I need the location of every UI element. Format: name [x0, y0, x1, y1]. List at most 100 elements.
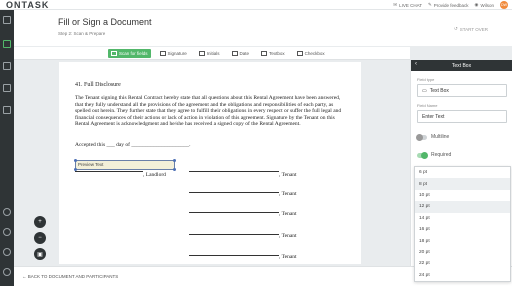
required-label: Required: [431, 152, 452, 158]
restart-icon: ↺: [453, 26, 458, 31]
resize-handle[interactable]: [74, 159, 77, 162]
scan-for-fields-button[interactable]: Scan for fields: [108, 48, 151, 58]
textbox-tool[interactable]: Textbox: [258, 49, 288, 58]
settings-icon[interactable]: [3, 268, 11, 276]
documents-nav-icon[interactable]: [3, 40, 11, 48]
field-toolbar: Scan for fields Signature Initials Date …: [14, 47, 410, 60]
section-heading: 41. Full Disclosure: [75, 82, 121, 88]
field-type-label: Field type: [417, 77, 435, 82]
panel-title: Text Box: [451, 62, 472, 69]
checkbox-icon: [296, 50, 303, 56]
tool-label: Checkbox: [304, 50, 325, 56]
top-right-actions: ✉ LIVE CHAT ✎ Provide feedback ◉ Wilson …: [393, 0, 508, 10]
top-bar: ONTASK ✉ LIVE CHAT ✎ Provide feedback ◉ …: [0, 0, 512, 10]
field-name-input[interactable]: Enter Text: [417, 110, 507, 123]
resize-handle[interactable]: [173, 168, 176, 171]
back-label: BACK TO DOCUMENT AND PARTICIPANTS: [27, 274, 119, 279]
multiline-label: Multiline: [431, 134, 450, 140]
document-page[interactable]: 41. Full Disclosure The Tenant signing t…: [59, 62, 361, 264]
tenant-signature-line: [189, 192, 279, 193]
font-size-option[interactable]: 20 pt: [415, 247, 510, 258]
tool-label: Initials: [206, 50, 220, 56]
font-size-option[interactable]: 12 pt: [415, 201, 510, 213]
font-size-option[interactable]: 8 pt: [415, 178, 510, 190]
globe-icon[interactable]: [3, 228, 11, 236]
font-size-option[interactable]: 18 pt: [415, 235, 510, 246]
scan-icon: [111, 50, 117, 56]
text-box-field[interactable]: Preview Text: [74, 159, 176, 171]
required-toggle[interactable]: [417, 151, 428, 159]
arrow-left-icon: ←: [22, 274, 27, 279]
user-name: Wilson: [480, 2, 494, 8]
tenant-label: , Tenant: [279, 254, 297, 260]
document-icon[interactable]: [3, 16, 11, 24]
live-chat-button[interactable]: ✉ LIVE CHAT: [393, 2, 422, 8]
chat-icon: ✉: [393, 2, 398, 7]
tool-label: Scan for fields: [119, 50, 148, 56]
calendar-icon: [231, 50, 238, 56]
tenant-signature-line: [189, 171, 279, 172]
start-over-label: START OVER: [459, 26, 488, 32]
contacts-icon[interactable]: [3, 248, 11, 256]
fit-page-button[interactable]: ▣: [34, 248, 46, 260]
add-icon[interactable]: [3, 208, 11, 216]
font-size-option[interactable]: 24 pt: [415, 270, 510, 281]
start-over-button[interactable]: ↺ START OVER: [454, 26, 488, 32]
document-viewer[interactable]: 41. Full Disclosure The Tenant signing t…: [14, 60, 410, 264]
field-preview-text: Preview Text: [78, 162, 104, 167]
multiline-row: Multiline: [416, 133, 450, 141]
feedback-icon: ✎: [427, 2, 432, 7]
date-tool[interactable]: Date: [229, 49, 253, 58]
font-size-dropdown: 6 pt 8 pt 10 pt 12 pt 14 pt 16 pt 18 pt …: [414, 166, 511, 282]
app-root: ONTASK ✉ LIVE CHAT ✎ Provide feedback ◉ …: [0, 0, 512, 286]
zoom-out-icon: −: [38, 235, 42, 241]
font-size-option[interactable]: 22 pt: [415, 258, 510, 269]
tenant-label: , Tenant: [279, 233, 297, 239]
user-icon: ◉: [474, 2, 479, 7]
section-paragraph: The Tenant signing this Rental Contract …: [75, 95, 342, 128]
templates-icon[interactable]: [3, 84, 11, 92]
required-row: Required: [417, 151, 452, 159]
tool-label: Textbox: [269, 50, 285, 56]
provide-feedback-label: Provide feedback: [433, 2, 469, 8]
tool-label: Signature: [167, 50, 187, 56]
field-type-select[interactable]: ▭ Text Box: [417, 84, 507, 97]
font-size-option[interactable]: 6 pt: [415, 167, 510, 178]
accepted-line: Accepted this ___ day of _______________…: [75, 142, 191, 148]
tenant-signature-line: [189, 212, 279, 213]
initials-tool[interactable]: Initials: [196, 49, 223, 58]
font-size-option[interactable]: 10 pt: [415, 190, 510, 201]
fit-page-icon: ▣: [37, 251, 43, 258]
textbox-icon: ▭: [422, 87, 427, 94]
multiline-toggle[interactable]: [416, 133, 427, 141]
field-type-value: Text Box: [429, 87, 449, 94]
field-name-label: Field Name: [417, 103, 438, 108]
tenant-signature-line: [189, 255, 279, 256]
resize-handle[interactable]: [173, 159, 176, 162]
chevron-left-icon[interactable]: ‹: [415, 61, 417, 67]
zoom-in-button[interactable]: +: [34, 216, 46, 228]
font-size-option[interactable]: 16 pt: [415, 224, 510, 235]
provide-feedback-button[interactable]: ✎ Provide feedback: [428, 2, 469, 8]
panel-header: ‹ Text Box: [411, 60, 512, 71]
page-title: Fill or Sign a Document: [58, 17, 152, 27]
signature-tool[interactable]: Signature: [157, 49, 190, 58]
avatar[interactable]: DW: [500, 1, 508, 9]
back-to-document-button[interactable]: ← BACK TO DOCUMENT AND PARTICIPANTS: [22, 274, 118, 279]
font-size-option[interactable]: 14 pt: [415, 213, 510, 224]
page-header: Fill or Sign a Document Step 2: Scan & P…: [14, 10, 512, 46]
workflow-icon[interactable]: [3, 62, 11, 70]
signature-icon: [159, 50, 166, 56]
list-icon[interactable]: [3, 106, 11, 114]
zoom-out-button[interactable]: −: [34, 232, 46, 244]
tenant-label: , Tenant: [279, 172, 297, 178]
checkbox-tool[interactable]: Checkbox: [294, 49, 328, 58]
initials-icon: [198, 50, 205, 56]
tenant-label: , Tenant: [279, 211, 297, 217]
tenant-signature-line: [189, 234, 279, 235]
tenant-label: , Tenant: [279, 191, 297, 197]
field-name-value: Enter Text: [422, 113, 445, 120]
ontask-logo[interactable]: ONTASK: [6, 0, 49, 10]
user-menu[interactable]: ◉ Wilson: [475, 2, 494, 8]
live-chat-label: LIVE CHAT: [399, 2, 422, 8]
